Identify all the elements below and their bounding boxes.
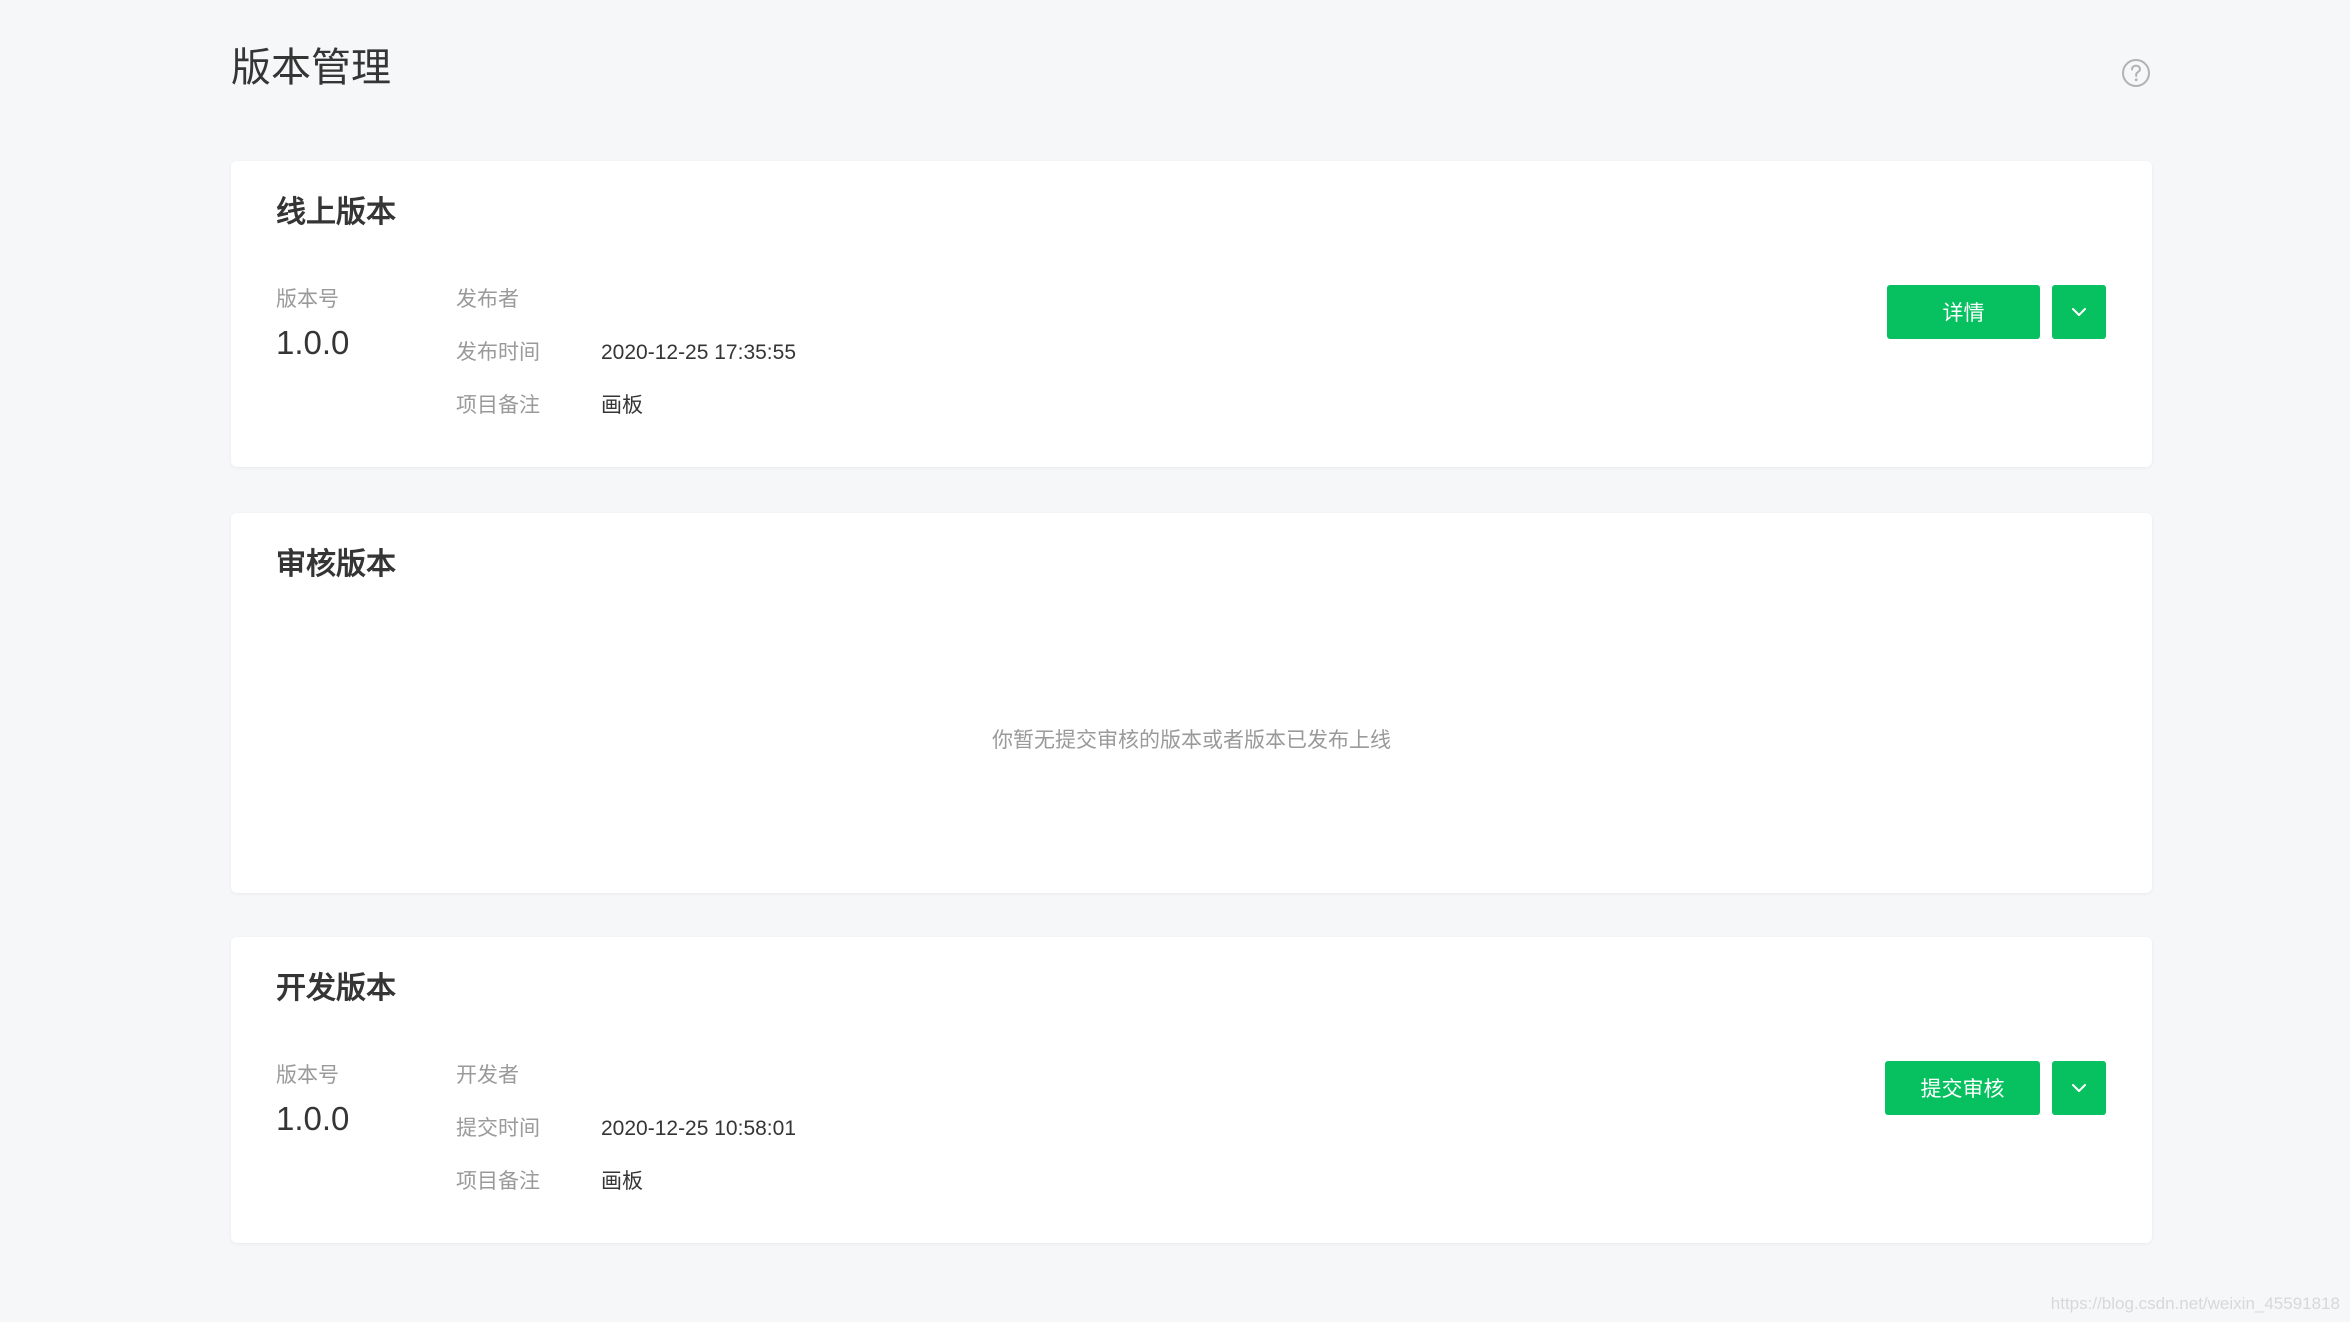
dev-version-card: 开发版本 版本号 1.0.0 开发者 提交时间 2020-12-25 10:58…: [231, 937, 2152, 1243]
publish-time-value: 2020-12-25 17:35:55: [601, 341, 796, 364]
version-number: 1.0.0: [276, 1100, 350, 1137]
online-dropdown-button[interactable]: [2052, 285, 2106, 339]
version-number: 1.0.0: [276, 324, 350, 361]
version-number-label: 版本号: [276, 288, 339, 311]
review-empty-text: 你暂无提交审核的版本或者版本已发布上线: [992, 729, 1391, 752]
chevron-down-icon: [2072, 1084, 2086, 1092]
page-title: 版本管理: [231, 46, 391, 90]
question-circle-icon[interactable]: [2121, 58, 2151, 88]
chevron-down-icon: [2072, 308, 2086, 316]
developer-label: 开发者: [456, 1064, 519, 1087]
project-note-value: 画板: [601, 394, 643, 417]
submit-time-value: 2020-12-25 10:58:01: [601, 1117, 796, 1140]
online-version-title: 线上版本: [276, 196, 396, 229]
detail-button[interactable]: 详情: [1887, 285, 2040, 339]
publish-time-label: 发布时间: [456, 341, 540, 364]
version-number-label: 版本号: [276, 1064, 339, 1087]
watermark: https://blog.csdn.net/weixin_45591818: [2050, 1294, 2340, 1313]
project-note-value: 画板: [601, 1170, 643, 1193]
dev-dropdown-button[interactable]: [2052, 1061, 2106, 1115]
submit-review-button[interactable]: 提交审核: [1885, 1061, 2040, 1115]
online-version-card: 线上版本 版本号 1.0.0 发布者 发布时间 2020-12-25 17:35…: [231, 161, 2152, 467]
review-version-card: 审核版本 你暂无提交审核的版本或者版本已发布上线: [231, 513, 2152, 893]
project-note-label: 项目备注: [456, 1170, 540, 1193]
version-management-page: 版本管理 线上版本 版本号 1.0.0 发布者 发布时间 2020-12-25 …: [0, 0, 2350, 1322]
dev-version-title: 开发版本: [276, 972, 396, 1005]
publisher-label: 发布者: [456, 288, 519, 311]
submit-time-label: 提交时间: [456, 1117, 540, 1140]
project-note-label: 项目备注: [456, 394, 540, 417]
review-version-title: 审核版本: [276, 548, 396, 581]
